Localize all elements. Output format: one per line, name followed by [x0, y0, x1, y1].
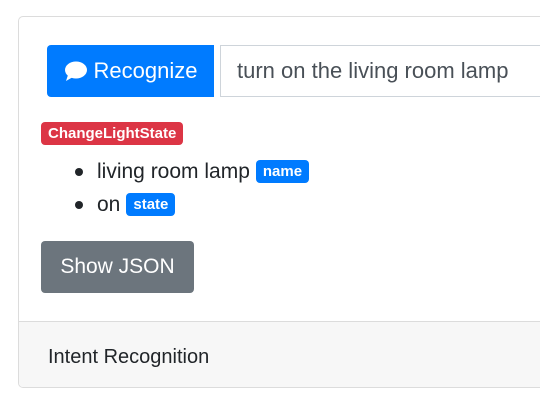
- entity-badge: name: [255, 160, 310, 183]
- list-item: living room lamp name: [75, 155, 310, 188]
- entity-value: living room lamp: [97, 159, 250, 183]
- bullet: [75, 200, 83, 209]
- comment-icon: [64, 60, 88, 82]
- recognize-input-group: Recognize: [47, 45, 540, 97]
- bullet: [75, 167, 83, 176]
- entity-list: living room lamp name on state: [75, 155, 310, 221]
- card-footer: Intent Recognition: [19, 321, 540, 387]
- recognize-button[interactable]: Recognize: [47, 45, 214, 97]
- recognize-button-label: Recognize: [93, 58, 198, 83]
- footer-title: Intent Recognition: [48, 346, 210, 368]
- list-item: on state: [75, 188, 309, 221]
- intent-badge: ChangeLightState: [41, 122, 184, 145]
- card-body: Recognize ChangeLightState living room l…: [19, 17, 540, 321]
- entity-badge: state: [126, 193, 176, 216]
- entity-value: on: [97, 192, 121, 216]
- intent-recognition-card: Recognize ChangeLightState living room l…: [18, 16, 540, 388]
- show-json-button[interactable]: Show JSON: [41, 241, 194, 293]
- query-input[interactable]: [220, 45, 540, 97]
